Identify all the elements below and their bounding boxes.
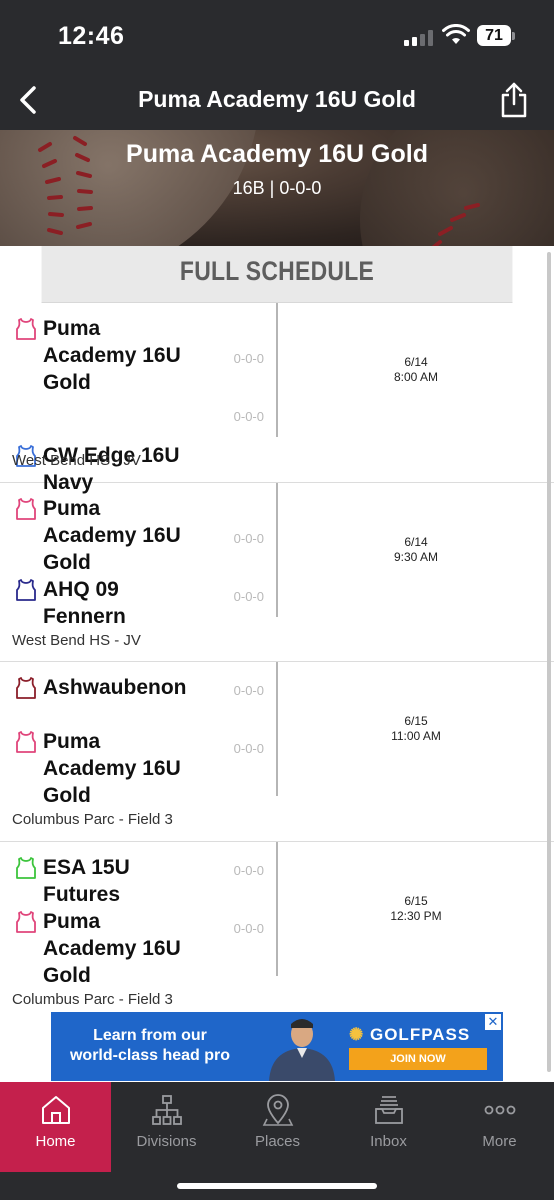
battery-icon: 71 [477, 25, 515, 47]
tab-divisions[interactable]: Divisions [111, 1082, 222, 1172]
team-record: 0-0-0 [233, 683, 264, 698]
jersey-icon [16, 677, 36, 699]
game-time: 11:00 AM [391, 729, 441, 743]
golfer-photo [269, 1019, 335, 1081]
ad-headline-line2: world-class head pro [69, 1047, 231, 1064]
tab-places[interactable]: Places [222, 1082, 333, 1172]
tab-home[interactable]: Home [0, 1082, 111, 1172]
tab-more[interactable]: More [444, 1082, 554, 1172]
cellular-signal-icon [404, 30, 434, 46]
nav-title: Puma Academy 16U Gold [138, 86, 416, 112]
battery-level: 71 [477, 25, 511, 46]
team-name: ESA 15U Futures [43, 855, 130, 906]
team-record: 0-0-0 [233, 741, 264, 756]
ad-headline-line1: Learn from our [93, 1027, 207, 1044]
game-venue: Columbus Parc - Field 3 [12, 811, 173, 828]
tab-label: More [482, 1133, 517, 1150]
peacock-logo-icon: ✺ [349, 1025, 365, 1044]
share-icon [501, 82, 527, 118]
team-name: Ashwaubenon [43, 676, 187, 699]
ad-brand-logo: ✺ GOLFPASS [349, 1025, 470, 1045]
game-date: 6/14 [404, 534, 428, 549]
team-record: 0-0-0 [233, 351, 264, 366]
game-venue: Columbus Parc - Field 3 [12, 990, 173, 1008]
inbox-icon [374, 1096, 403, 1124]
jersey-icon [16, 318, 36, 340]
game-venue: West Bend HS - JV [12, 631, 141, 649]
game-datetime: 6/15 11:00 AM [278, 714, 554, 744]
team-record: 0-0-0 [233, 530, 264, 546]
ad-brand: GOLFPASS [369, 1025, 471, 1044]
back-button[interactable] [8, 78, 48, 122]
game-time: 12:30 PM [390, 908, 442, 923]
team-name: AHQ 09 Fennern [43, 577, 126, 628]
team-name: Puma Academy 16U Gold [43, 317, 181, 394]
tab-label: Inbox [370, 1133, 407, 1150]
team-division-record: 16B | 0-0-0 [232, 178, 322, 198]
more-dots-icon [484, 1105, 515, 1115]
tab-label: Places [254, 1133, 301, 1150]
jersey-icon [16, 731, 36, 753]
ad-headline: Learn from our world-class head pro [65, 1026, 235, 1066]
scrollbar[interactable] [547, 252, 551, 1072]
team-record: 0-0-0 [233, 920, 264, 936]
game-date: 6/14 [404, 355, 428, 369]
ad-join-button[interactable]: JOIN NOW [349, 1048, 487, 1070]
game-row[interactable]: Puma Academy 16U Gold 0-0-0 CW Edge 16U … [0, 303, 554, 494]
game-time: 8:00 AM [393, 370, 439, 384]
game-teams: ESA 15U Futures 0-0-0 Puma Academy 16U G… [0, 842, 276, 987]
game-row[interactable]: ESA 15U Futures 0-0-0 Puma Academy 16U G… [0, 841, 554, 1022]
tab-label: Home [35, 1133, 76, 1150]
game-date: 6/15 [404, 893, 428, 908]
map-pin-icon [262, 1094, 293, 1126]
team-name: Puma Academy 16U Gold [43, 496, 181, 574]
game-row[interactable]: Puma Academy 16U Gold 0-0-0 AHQ 09 Fenne… [0, 482, 554, 662]
jersey-icon [16, 910, 36, 933]
jersey-icon [16, 578, 36, 601]
share-button[interactable] [494, 78, 534, 122]
game-teams: Puma Academy 16U Gold 0-0-0 AHQ 09 Fenne… [0, 483, 276, 628]
tab-inbox[interactable]: Inbox [333, 1082, 444, 1172]
team-name: Puma Academy 16U Gold [43, 730, 181, 807]
game-datetime: 6/15 12:30 PM [278, 894, 554, 924]
ad-banner[interactable]: Learn from our world-class head pro ✺ GO… [51, 1012, 503, 1081]
team-title: Puma Academy 16U Gold [126, 140, 428, 168]
ad-close-icon[interactable]: ✕ [485, 1014, 501, 1030]
home-indicator[interactable] [177, 1183, 377, 1189]
navigation-bar: Puma Academy 16U Gold [0, 72, 554, 130]
home-icon [41, 1096, 70, 1124]
wifi-icon [442, 24, 470, 44]
team-hero-banner: Puma Academy 16U Gold 16B | 0-0-0 [0, 130, 554, 246]
game-datetime: 6/14 9:30 AM [278, 535, 554, 565]
bracket-icon [151, 1095, 182, 1125]
schedule-header: FULL SCHEDULE [41, 246, 513, 303]
team-name: Puma Academy 16U Gold [43, 909, 181, 987]
game-teams: Ashwaubenon 0-0-0 Puma Academy 16U Gold … [0, 662, 276, 807]
game-time: 9:30 AM [393, 549, 439, 564]
chevron-left-icon [20, 86, 36, 114]
game-teams: Puma Academy 16U Gold 0-0-0 CW Edge 16U … [0, 303, 276, 494]
schedule-list[interactable]: FULL SCHEDULE Puma Academy 16U Gold 0-0-… [0, 246, 554, 1082]
game-venue: West Bend HS - JV [12, 452, 141, 469]
team-record: 0-0-0 [233, 588, 264, 604]
game-row[interactable]: Ashwaubenon 0-0-0 Puma Academy 16U Gold … [0, 662, 554, 842]
team-record: 0-0-0 [233, 862, 264, 878]
jersey-icon [16, 856, 36, 879]
jersey-icon [16, 497, 36, 520]
team-record: 0-0-0 [233, 409, 264, 424]
tab-label: Divisions [136, 1133, 197, 1150]
game-datetime: 6/14 8:00 AM [278, 355, 554, 385]
status-bar: 12:46 71 [0, 0, 554, 72]
game-date: 6/15 [404, 714, 428, 728]
status-time: 12:46 [58, 22, 125, 50]
